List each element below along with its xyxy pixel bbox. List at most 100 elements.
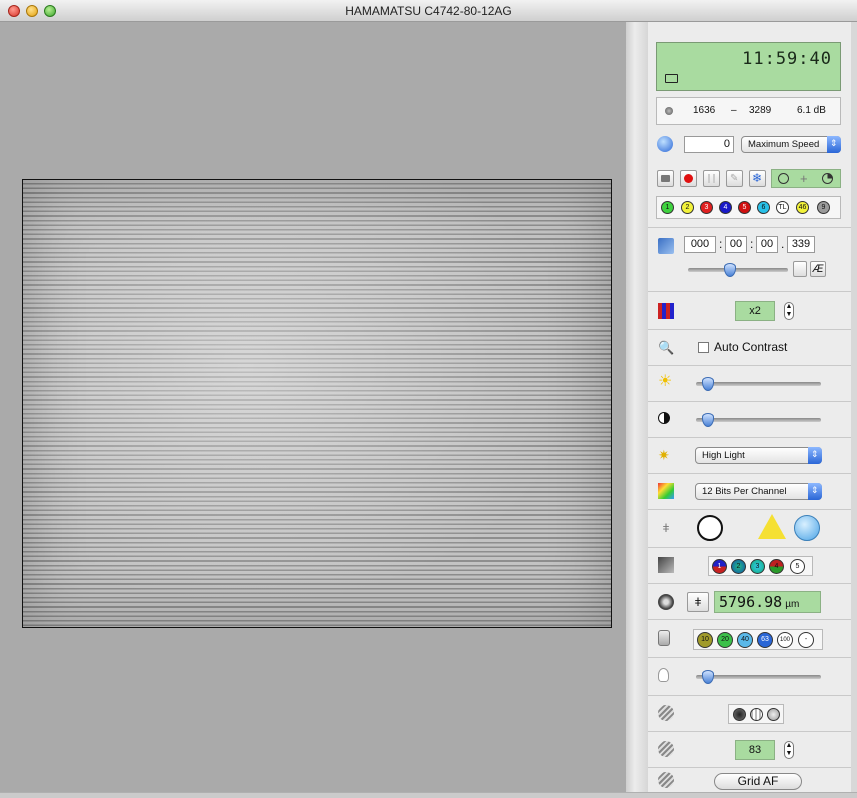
exposure-milliseconds[interactable]: 339 (787, 236, 815, 253)
binning-stepper[interactable]: ▲ ▼ (784, 302, 794, 320)
stage-row: ǂ 5796.98 µm (648, 583, 851, 620)
shutter-mode-selector (728, 704, 784, 724)
brightness-slider[interactable] (696, 377, 821, 391)
circle-icon (778, 173, 789, 184)
shutter-closed-button[interactable] (733, 708, 746, 721)
channel-2-button[interactable]: 2 (681, 201, 694, 214)
gamma-slider[interactable] (696, 413, 821, 427)
light-icon: ✷ (658, 447, 670, 463)
bitdepth-popup[interactable]: 12 Bits Per Channel (695, 483, 822, 500)
record-icon (684, 174, 693, 183)
stage-position-display: 5796.98 µm (714, 591, 821, 613)
shutter-value-row: 83 ▲ ▼ (648, 731, 851, 768)
window-title: HAMAMATSU C4742-80-12AG (345, 4, 512, 18)
lamp-row (648, 657, 851, 696)
camera-image[interactable] (22, 179, 612, 628)
title-bar: HAMAMATSU C4742-80-12AG (0, 0, 857, 22)
aperture-circle[interactable] (697, 515, 723, 541)
speed-mode-popup[interactable]: Maximum Speed (741, 136, 841, 153)
aperture-icon (658, 741, 674, 757)
mode-indicator[interactable]: + (771, 169, 841, 188)
stage-position: 5796.98 (719, 593, 783, 611)
grid-af-button[interactable]: Grid AF (714, 773, 802, 790)
pause-icon (708, 174, 710, 183)
speed-value-field[interactable]: 0 (684, 136, 734, 153)
contrast-row: 🔍 Auto Contrast (648, 329, 851, 366)
exposure-sep-3: . (781, 237, 785, 251)
autofocus-row: Grid AF (648, 767, 851, 793)
record-button[interactable] (680, 170, 697, 187)
speed-mode-label: Maximum Speed (748, 139, 820, 150)
filter-2-button[interactable]: 2 (731, 559, 746, 574)
objective-63x-button[interactable]: 63 (757, 632, 773, 648)
clock-display: 11:59:40 (656, 42, 841, 91)
objective-none-button[interactable]: - (798, 632, 814, 648)
shutter-value: 83 (735, 740, 775, 760)
shutter-half-button[interactable] (750, 708, 763, 721)
channel-4-button[interactable]: 4 (719, 201, 732, 214)
exposure-row: 000 : 00 : 00 . 339 Æ (648, 227, 851, 292)
level-indicator-icon (665, 107, 673, 115)
channel-1-button[interactable]: 1 (661, 201, 674, 214)
snapshot-button[interactable] (657, 170, 674, 187)
shutter-mode-row (648, 695, 851, 732)
exposure-minutes[interactable]: 00 (725, 236, 747, 253)
stage-axis-popup[interactable]: ǂ (687, 592, 709, 612)
gamma-slider-thumb[interactable] (702, 413, 714, 427)
exposure-icon (658, 238, 674, 254)
lamp-slider-thumb[interactable] (702, 670, 714, 684)
channel-9-button[interactable]: 9 (817, 201, 830, 214)
levels-readout: 1636 – 3289 6.1 dB (656, 97, 841, 125)
camera-icon (661, 175, 670, 182)
shutter-open-button[interactable] (767, 708, 780, 721)
illumination-label: High Light (702, 450, 745, 461)
exposure-seconds[interactable]: 00 (756, 236, 778, 253)
channel-selector: 1 2 3 4 5 6 TL 46 9 (656, 196, 841, 219)
exposure-slider[interactable] (688, 263, 788, 277)
illumination-popup[interactable]: High Light (695, 447, 822, 464)
objective-100x-button[interactable]: 100 (777, 632, 793, 648)
binning-icon (658, 303, 674, 319)
objective-selector: 10 20 40 63 100 - (693, 629, 823, 650)
snowflake-icon: ❄ (752, 171, 763, 185)
condenser-row: ǂ (648, 509, 851, 548)
channel-46-button[interactable]: 46 (796, 201, 809, 214)
pause-button[interactable] (703, 170, 720, 187)
popup-arrows-icon (808, 483, 822, 500)
lamp-slider[interactable] (696, 670, 821, 684)
filter-5-button[interactable]: 5 (790, 559, 805, 574)
shutter-stepper[interactable]: ▲ ▼ (784, 741, 794, 759)
image-viewer (0, 22, 626, 792)
channel-3-button[interactable]: 3 (700, 201, 713, 214)
objective-40x-button[interactable]: 40 (737, 632, 753, 648)
exposure-hours[interactable]: 000 (684, 236, 716, 253)
channel-tl-button[interactable]: TL (776, 201, 789, 214)
zoom-tool-button[interactable]: ✎ (726, 170, 743, 187)
tool-icon: ✎ (730, 173, 739, 184)
auto-exposure-button[interactable]: Æ (810, 261, 826, 277)
filter-cube-icon (658, 557, 674, 573)
auto-contrast-checkbox[interactable] (698, 342, 709, 353)
objective-10x-button[interactable]: 10 (697, 632, 713, 648)
bitdepth-row: 12 Bits Per Channel (648, 473, 851, 510)
objective-icon (658, 630, 670, 646)
channel-6-button[interactable]: 6 (757, 201, 770, 214)
exposure-unit-popup[interactable] (793, 261, 807, 277)
contrast-icon (658, 412, 670, 424)
exposure-sep-1: : (719, 237, 723, 251)
bitdepth-label: 12 Bits Per Channel (702, 486, 787, 497)
exposure-slider-thumb[interactable] (724, 263, 736, 277)
brightness-slider-thumb[interactable] (702, 377, 714, 391)
objective-row: 10 20 40 63 100 - (648, 619, 851, 658)
crosshair-icon: + (800, 171, 808, 186)
filter-1-button[interactable]: 1 (712, 559, 727, 574)
level-high: 3289 (749, 105, 772, 116)
channel-5-button[interactable]: 5 (738, 201, 751, 214)
filter-4-button[interactable]: 4 (769, 559, 784, 574)
freeze-button[interactable]: ❄ (749, 170, 766, 187)
panel-divider[interactable] (626, 22, 648, 792)
filter-3-button[interactable]: 3 (750, 559, 765, 574)
filter-selector: 1 2 3 4 5 (708, 556, 813, 576)
speed-icon (657, 136, 673, 152)
objective-20x-button[interactable]: 20 (717, 632, 733, 648)
